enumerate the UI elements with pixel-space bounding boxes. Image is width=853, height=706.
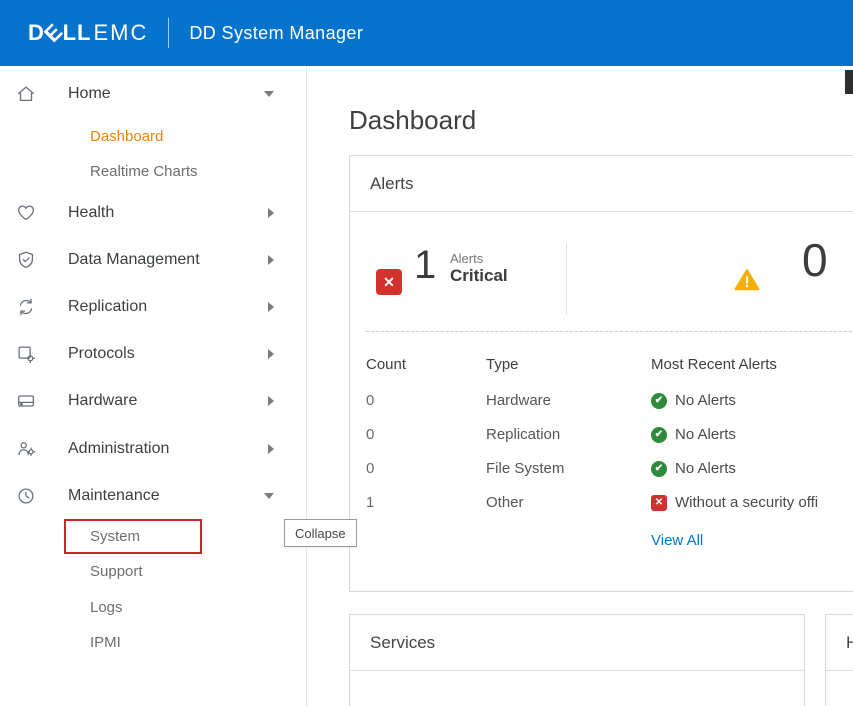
sidebar-item-data-management[interactable]: Data Management bbox=[0, 243, 306, 277]
page-title: Dashboard bbox=[349, 105, 476, 136]
warning-icon bbox=[734, 267, 760, 293]
sidebar-item-label: Logs bbox=[90, 599, 123, 616]
column-header-type: Type bbox=[486, 356, 519, 373]
chevron-right-icon bbox=[268, 255, 274, 265]
row-status: No Alerts bbox=[675, 426, 736, 443]
row-type: Other bbox=[486, 494, 524, 511]
row-type: Hardware bbox=[486, 392, 551, 409]
chevron-right-icon bbox=[268, 396, 274, 406]
sidebar-item-ipmi[interactable]: IPMI bbox=[90, 627, 121, 657]
critical-label-top: Alerts bbox=[450, 251, 508, 266]
alerts-card-title: Alerts bbox=[350, 156, 853, 212]
row-type: File System bbox=[486, 460, 564, 477]
row-count: 1 bbox=[366, 494, 374, 511]
sidebar-item-administration[interactable]: Administration bbox=[0, 432, 306, 466]
sync-icon bbox=[14, 295, 38, 319]
row-type: Replication bbox=[486, 426, 560, 443]
dashed-divider bbox=[366, 331, 853, 332]
sidebar-item-label: Data Management bbox=[68, 251, 200, 269]
dell-emc-logo: DELLEMC bbox=[28, 20, 148, 46]
logo-letter-ll: LL bbox=[63, 20, 92, 46]
critical-alert-icon bbox=[376, 269, 402, 295]
sidebar-item-label: Support bbox=[90, 563, 143, 580]
sidebar-item-logs[interactable]: Logs bbox=[90, 592, 123, 622]
summary-divider bbox=[566, 243, 567, 315]
alerts-card: Alerts 1 Alerts Critical 0 Count Type Mo… bbox=[349, 155, 853, 592]
app-header: DELLEMC DD System Manager bbox=[0, 0, 853, 66]
sidebar-item-label: Health bbox=[68, 204, 114, 222]
heart-icon bbox=[14, 201, 38, 225]
collapse-tooltip: Collapse bbox=[284, 519, 357, 547]
ok-icon bbox=[651, 393, 667, 409]
row-status: No Alerts bbox=[675, 392, 736, 409]
sidebar-item-system[interactable]: System bbox=[90, 521, 140, 551]
services-card-title: Services bbox=[350, 615, 804, 671]
error-icon bbox=[651, 495, 667, 511]
critical-label-bottom: Critical bbox=[450, 266, 508, 286]
scrollbar-thumb[interactable] bbox=[845, 70, 853, 94]
sidebar-item-label: Realtime Charts bbox=[90, 163, 198, 180]
critical-count: 1 bbox=[414, 243, 436, 288]
right-card: H bbox=[825, 614, 853, 706]
row-count: 0 bbox=[366, 392, 374, 409]
sidebar-item-health[interactable]: Health bbox=[0, 196, 306, 230]
chevron-right-icon bbox=[268, 444, 274, 454]
shield-icon bbox=[14, 248, 38, 272]
column-header-count: Count bbox=[366, 356, 406, 373]
sidebar-item-realtime-charts[interactable]: Realtime Charts bbox=[90, 156, 198, 186]
sidebar-item-dashboard[interactable]: Dashboard bbox=[90, 121, 163, 151]
server-icon bbox=[14, 389, 38, 413]
sidebar-item-label: Administration bbox=[68, 440, 169, 458]
sidebar-item-label: Hardware bbox=[68, 392, 137, 410]
sidebar-item-label: Maintenance bbox=[68, 487, 160, 505]
right-card-title: H bbox=[826, 615, 853, 671]
sidebar-item-label: Home bbox=[68, 85, 111, 103]
alerts-table-header: Count Type Most Recent Alerts bbox=[350, 356, 853, 380]
sidebar-item-label: IPMI bbox=[90, 634, 121, 651]
app-window: DELLEMC DD System Manager Home Dashboard… bbox=[0, 0, 853, 706]
table-row: 0 Replication No Alerts bbox=[350, 426, 853, 450]
sidebar-item-label: Protocols bbox=[68, 345, 135, 363]
clock-icon bbox=[14, 484, 38, 508]
user-gear-icon bbox=[14, 437, 38, 461]
row-status: No Alerts bbox=[675, 460, 736, 477]
sidebar: Home Dashboard Realtime Charts Health Da… bbox=[0, 66, 307, 706]
sidebar-item-label: Replication bbox=[68, 298, 147, 316]
chevron-down-icon bbox=[264, 493, 274, 499]
alerts-summary: 1 Alerts Critical 0 bbox=[350, 213, 853, 331]
sidebar-item-label: System bbox=[90, 528, 140, 545]
sidebar-item-label: Dashboard bbox=[90, 128, 163, 145]
table-row: 0 Hardware No Alerts bbox=[350, 392, 853, 416]
table-row: 1 Other Without a security offi bbox=[350, 494, 853, 518]
column-header-most-recent: Most Recent Alerts bbox=[651, 356, 777, 373]
warning-count: 0 bbox=[802, 233, 828, 287]
header-divider bbox=[168, 18, 169, 48]
row-count: 0 bbox=[366, 460, 374, 477]
row-status: Without a security offi bbox=[675, 494, 818, 511]
ok-icon bbox=[651, 461, 667, 477]
app-title: DD System Manager bbox=[189, 23, 363, 44]
sidebar-item-protocols[interactable]: Protocols bbox=[0, 337, 306, 371]
sidebar-item-home[interactable]: Home bbox=[0, 77, 306, 111]
ok-icon bbox=[651, 427, 667, 443]
chevron-down-icon bbox=[264, 91, 274, 97]
collapse-tooltip-label: Collapse bbox=[295, 526, 346, 541]
sidebar-item-replication[interactable]: Replication bbox=[0, 290, 306, 324]
sidebar-item-hardware[interactable]: Hardware bbox=[0, 384, 306, 418]
protocols-icon bbox=[14, 342, 38, 366]
critical-labels: Alerts Critical bbox=[450, 251, 508, 286]
services-card: Services bbox=[349, 614, 805, 706]
chevron-right-icon bbox=[268, 302, 274, 312]
sidebar-item-support[interactable]: Support bbox=[90, 556, 143, 586]
chevron-right-icon bbox=[268, 208, 274, 218]
table-row: 0 File System No Alerts bbox=[350, 460, 853, 484]
sidebar-item-maintenance[interactable]: Maintenance bbox=[0, 479, 306, 513]
home-icon bbox=[14, 82, 38, 106]
view-all-link[interactable]: View All bbox=[651, 532, 703, 549]
row-count: 0 bbox=[366, 426, 374, 443]
chevron-right-icon bbox=[268, 349, 274, 359]
logo-emc: EMC bbox=[93, 20, 148, 46]
